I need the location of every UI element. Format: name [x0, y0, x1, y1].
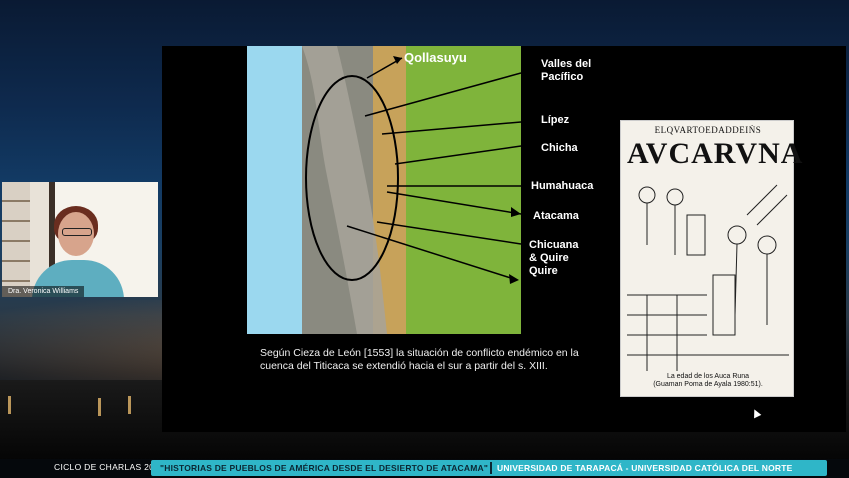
presentation-slide: Qollasuyu Valles del Pacífico Lípez Chic…: [162, 46, 846, 432]
background-light: [98, 398, 101, 416]
map-title-label: Qollasuyu: [404, 50, 467, 65]
region-label-lipez: Lípez: [541, 114, 570, 126]
glasses-icon: [62, 228, 92, 236]
region-label-chicha: Chicha: [541, 142, 578, 154]
region-label-valles: Valles del Pacífico: [541, 58, 592, 83]
drawing-title: ELQVARTOEDADDEIṄS: [654, 125, 762, 135]
footer-title: "HISTORIAS DE PUEBLOS DE AMÉRICA DESDE E…: [160, 463, 489, 473]
guaman-poma-drawing: ELQVARTOEDADDEIṄS AVCARVNA La edad de lo…: [620, 120, 804, 397]
map-overlay: [302, 46, 521, 334]
background-light: [8, 396, 11, 414]
speaker-webcam: Dra. Veronica Williams: [2, 182, 158, 297]
drawing-illustration: [627, 184, 789, 371]
background-light: [128, 396, 131, 414]
footer-divider: [490, 462, 492, 474]
drawing-heading: AVCARVNA: [627, 137, 804, 170]
footer-series-label: CICLO DE CHARLAS 2020: [54, 462, 165, 472]
region-label-chicuana: Chicuana & Quire Quire: [529, 239, 579, 277]
map-image: [247, 46, 521, 334]
speaker-name-tag: Dra. Veronica Williams: [2, 286, 85, 297]
region-label-humahuaca: Humahuaca: [531, 180, 594, 192]
bookshelf: [2, 182, 30, 297]
drawing-caption-line2: (Guaman Poma de Ayala 1980:51).: [653, 381, 763, 388]
footer-universities: UNIVERSIDAD DE TARAPACÁ - UNIVERSIDAD CA…: [497, 463, 793, 473]
slide-caption: Según Cieza de León [1553] la situación …: [260, 347, 579, 372]
drawing-caption-line1: La edad de los Auca Runa: [666, 373, 750, 380]
region-label-atacama: Atacama: [533, 210, 579, 222]
drawing-caption: La edad de los Auca Runa (Guaman Poma de…: [627, 373, 789, 389]
